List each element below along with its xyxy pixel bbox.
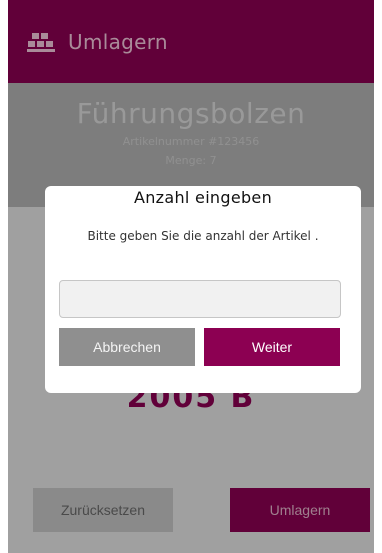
quantity-input[interactable]	[59, 280, 341, 318]
dialog-title: Anzahl eingeben	[133, 188, 273, 207]
quantity-dialog: Anzahl eingeben Bitte geben Sie die anza…	[45, 186, 361, 393]
dialog-message: Bitte geben Sie die anzahl der Artikel .	[87, 229, 319, 243]
next-button[interactable]: Weiter	[204, 328, 340, 366]
cancel-button[interactable]: Abbrechen	[59, 328, 195, 366]
